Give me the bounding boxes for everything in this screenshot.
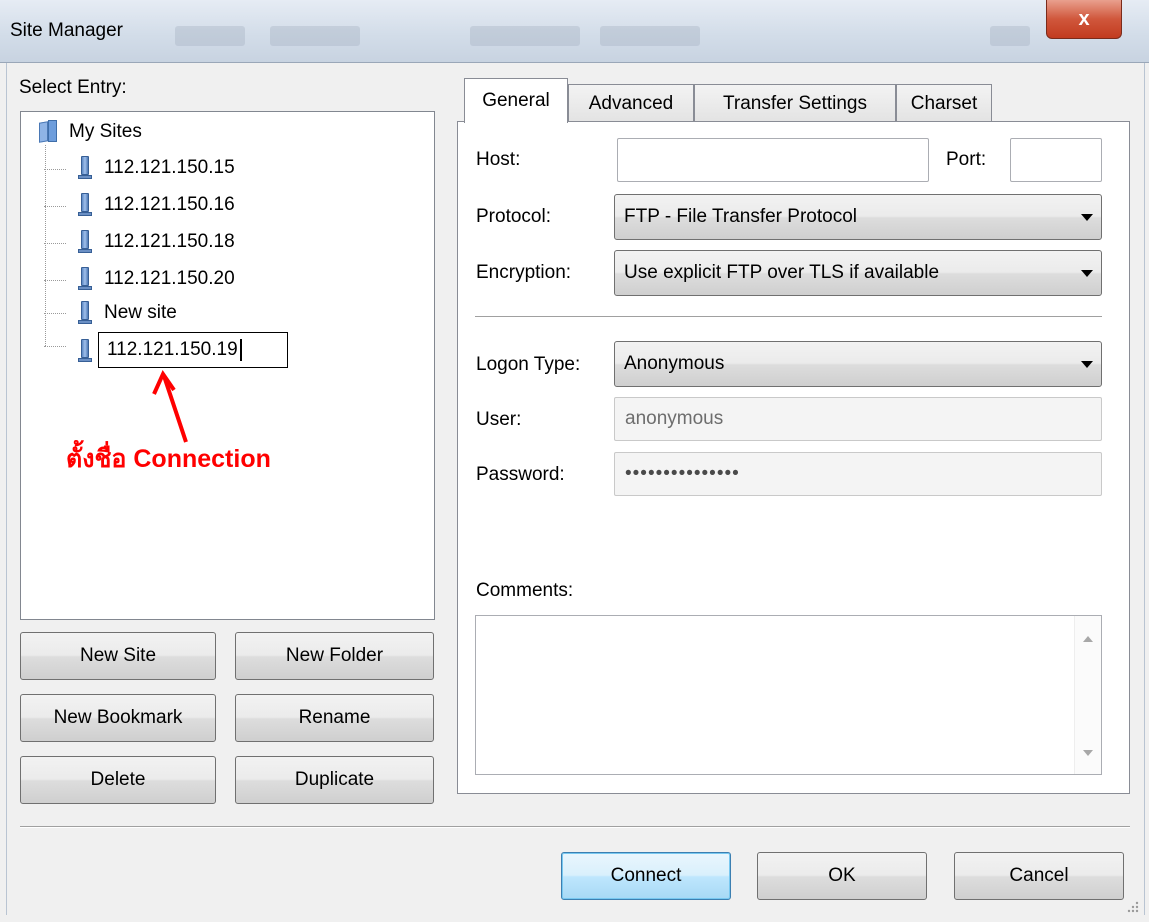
logon-type-label: Logon Type: [476,354,581,375]
chevron-down-icon [1081,270,1093,277]
close-button[interactable]: x [1046,0,1122,39]
background-ghost [470,26,580,46]
tree-item-label: My Sites [69,121,142,142]
logon-type-value: Anonymous [624,353,725,374]
tab-advanced[interactable]: Advanced [568,84,694,122]
close-icon: x [1078,7,1090,30]
logon-type-select[interactable]: Anonymous [614,341,1102,387]
resize-grip-icon[interactable] [1124,898,1140,914]
server-icon [78,156,92,180]
background-ghost [270,26,360,46]
window-title: Site Manager [10,20,124,41]
tree-item-label: 112.121.150.20 [104,268,235,289]
user-label: User: [476,409,522,430]
delete-button[interactable]: Delete [20,756,216,804]
tree-item-label: 112.121.150.16 [104,194,235,215]
tab-label: Advanced [588,92,674,114]
annotation-arrow-icon [152,369,188,443]
separator [475,316,1102,318]
title-bar[interactable]: Site Manager x [0,0,1149,63]
tree-item-site[interactable]: 112.121.150.15 [78,153,235,183]
server-icon [78,339,92,363]
password-input[interactable]: ••••••••••••••• [614,452,1102,496]
tree-item-label: New site [104,302,177,323]
tab-general[interactable]: General [464,78,568,123]
new-bookmark-button[interactable]: New Bookmark [20,694,216,742]
comments-textarea[interactable] [475,615,1102,775]
duplicate-button[interactable]: Duplicate [235,756,434,804]
host-label: Host: [476,149,521,170]
cancel-button[interactable]: Cancel [954,852,1124,900]
annotation-text: ตั้งชื่อ Connection [66,445,271,473]
tree-connector [44,280,66,281]
text-caret [239,339,242,361]
encryption-value: Use explicit FTP over TLS if available [624,262,940,283]
new-folder-button[interactable]: New Folder [235,632,434,680]
comments-scrollbar[interactable] [1074,616,1101,774]
scroll-down-icon[interactable] [1083,750,1093,756]
server-icon [78,267,92,291]
server-icon [78,193,92,217]
chevron-down-icon [1081,214,1093,221]
tab-transfer-settings[interactable]: Transfer Settings [694,84,896,122]
tree-item-site[interactable]: 112.121.150.20 [78,264,235,294]
encryption-select[interactable]: Use explicit FTP over TLS if available [614,250,1102,296]
tab-charset[interactable]: Charset [896,84,992,122]
port-input[interactable] [1010,138,1102,182]
tab-label: General [482,90,550,111]
server-icon [78,230,92,254]
tree-connector [44,243,66,244]
encryption-label: Encryption: [476,262,572,283]
background-ghost [990,26,1030,46]
server-icon [78,301,92,325]
port-label: Port: [946,149,987,170]
tab-label: Charset [910,92,978,114]
rename-edit-value: 112.121.150.19 [107,339,238,360]
scroll-up-icon[interactable] [1083,636,1093,642]
folder-icon [37,120,63,143]
password-label: Password: [476,464,565,485]
comments-label: Comments: [476,580,574,601]
tree-connector [44,206,66,207]
select-entry-label: Select Entry: [19,77,127,98]
protocol-label: Protocol: [476,206,551,227]
tree-item-label: 112.121.150.18 [104,231,235,252]
footer-separator [20,826,1130,828]
chevron-down-icon [1081,361,1093,368]
connect-button[interactable]: Connect [561,852,731,900]
tree-item-site[interactable]: 112.121.150.18 [78,227,235,257]
tree-item-site[interactable]: New site [78,298,177,328]
rename-edit-field[interactable]: 112.121.150.19 [98,332,288,368]
tree-connector [44,313,66,314]
tree-connector [44,169,66,170]
tree-connector [44,346,66,347]
user-input[interactable]: anonymous [614,397,1102,441]
tree-connector [45,145,46,346]
rename-button[interactable]: Rename [235,694,434,742]
ok-button[interactable]: OK [757,852,927,900]
background-ghost [600,26,700,46]
protocol-value: FTP - File Transfer Protocol [624,206,857,227]
protocol-select[interactable]: FTP - File Transfer Protocol [614,194,1102,240]
tree-item-my-sites[interactable]: My Sites [69,117,142,147]
tree-item-site[interactable]: 112.121.150.16 [78,190,235,220]
tree-item-label: 112.121.150.15 [104,157,235,178]
background-ghost [175,26,245,46]
host-input[interactable] [617,138,929,182]
tab-label: Transfer Settings [723,92,867,114]
new-site-button[interactable]: New Site [20,632,216,680]
